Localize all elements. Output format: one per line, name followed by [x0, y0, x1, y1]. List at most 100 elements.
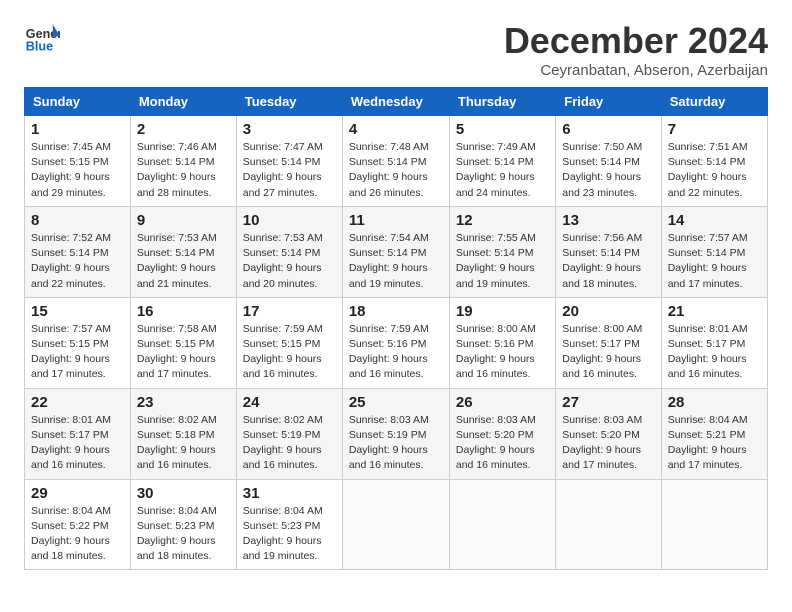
weekday-saturday: Saturday: [661, 88, 767, 116]
calendar-cell: 9 Sunrise: 7:53 AM Sunset: 5:14 PM Daylig…: [130, 206, 236, 297]
calendar-week-3: 15 Sunrise: 7:57 AM Sunset: 5:15 PM Dayli…: [25, 297, 768, 388]
day-number: 17: [243, 303, 336, 320]
calendar-cell: 27 Sunrise: 8:03 AM Sunset: 5:20 PM Dayli…: [556, 388, 661, 479]
title-area: December 2024 Ceyranbatan, Abseron, Azer…: [504, 20, 768, 79]
day-info: Sunrise: 7:52 AM Sunset: 5:14 PM Dayligh…: [31, 231, 124, 292]
day-info: Sunrise: 8:03 AM Sunset: 5:19 PM Dayligh…: [349, 413, 443, 474]
day-info: Sunrise: 8:03 AM Sunset: 5:20 PM Dayligh…: [456, 413, 549, 474]
day-number: 28: [668, 394, 761, 411]
day-number: 26: [456, 394, 549, 411]
day-number: 29: [31, 485, 124, 502]
day-number: 21: [668, 303, 761, 320]
weekday-friday: Friday: [556, 88, 661, 116]
calendar-cell: 1 Sunrise: 7:45 AM Sunset: 5:15 PM Daylig…: [25, 116, 131, 207]
calendar-cell: 11 Sunrise: 7:54 AM Sunset: 5:14 PM Dayli…: [342, 206, 449, 297]
calendar-cell: [661, 479, 767, 570]
weekday-wednesday: Wednesday: [342, 88, 449, 116]
day-number: 8: [31, 212, 124, 229]
calendar-cell: 10 Sunrise: 7:53 AM Sunset: 5:14 PM Dayli…: [236, 206, 342, 297]
day-info: Sunrise: 8:02 AM Sunset: 5:18 PM Dayligh…: [137, 413, 230, 474]
calendar-cell: 23 Sunrise: 8:02 AM Sunset: 5:18 PM Dayli…: [130, 388, 236, 479]
calendar-cell: 8 Sunrise: 7:52 AM Sunset: 5:14 PM Daylig…: [25, 206, 131, 297]
day-info: Sunrise: 7:56 AM Sunset: 5:14 PM Dayligh…: [562, 231, 654, 292]
day-info: Sunrise: 8:03 AM Sunset: 5:20 PM Dayligh…: [562, 413, 654, 474]
calendar-week-5: 29 Sunrise: 8:04 AM Sunset: 5:22 PM Dayli…: [25, 479, 768, 570]
day-info: Sunrise: 7:53 AM Sunset: 5:14 PM Dayligh…: [137, 231, 230, 292]
month-title: December 2024: [504, 20, 768, 62]
day-number: 13: [562, 212, 654, 229]
weekday-tuesday: Tuesday: [236, 88, 342, 116]
day-number: 10: [243, 212, 336, 229]
day-info: Sunrise: 7:47 AM Sunset: 5:14 PM Dayligh…: [243, 140, 336, 201]
calendar-cell: 30 Sunrise: 8:04 AM Sunset: 5:23 PM Dayli…: [130, 479, 236, 570]
day-info: Sunrise: 7:57 AM Sunset: 5:15 PM Dayligh…: [31, 322, 124, 383]
calendar-cell: [449, 479, 555, 570]
calendar-cell: 22 Sunrise: 8:01 AM Sunset: 5:17 PM Dayli…: [25, 388, 131, 479]
calendar-cell: 2 Sunrise: 7:46 AM Sunset: 5:14 PM Daylig…: [130, 116, 236, 207]
day-info: Sunrise: 8:04 AM Sunset: 5:21 PM Dayligh…: [668, 413, 761, 474]
day-number: 6: [562, 121, 654, 138]
calendar-cell: 3Sunrise: 7:47 AM Sunset: 5:14 PM Daylig…: [236, 116, 342, 207]
day-info: Sunrise: 8:00 AM Sunset: 5:17 PM Dayligh…: [562, 322, 654, 383]
day-info: Sunrise: 7:53 AM Sunset: 5:14 PM Dayligh…: [243, 231, 336, 292]
day-info: Sunrise: 8:04 AM Sunset: 5:23 PM Dayligh…: [137, 504, 230, 565]
day-number: 25: [349, 394, 443, 411]
day-info: Sunrise: 7:46 AM Sunset: 5:14 PM Dayligh…: [137, 140, 230, 201]
calendar-cell: 21Sunrise: 8:01 AM Sunset: 5:17 PM Dayli…: [661, 297, 767, 388]
calendar-cell: 17 Sunrise: 7:59 AM Sunset: 5:15 PM Dayli…: [236, 297, 342, 388]
page-header: General Blue December 2024 Ceyranbatan, …: [24, 20, 768, 79]
day-info: Sunrise: 8:01 AM Sunset: 5:17 PM Dayligh…: [31, 413, 124, 474]
day-number: 18: [349, 303, 443, 320]
calendar-cell: 29 Sunrise: 8:04 AM Sunset: 5:22 PM Dayli…: [25, 479, 131, 570]
calendar-cell: 4 Sunrise: 7:48 AM Sunset: 5:14 PM Daylig…: [342, 116, 449, 207]
day-number: 1: [31, 121, 124, 138]
day-info: Sunrise: 7:59 AM Sunset: 5:16 PM Dayligh…: [349, 322, 443, 383]
calendar-cell: 16 Sunrise: 7:58 AM Sunset: 5:15 PM Dayli…: [130, 297, 236, 388]
day-info: Sunrise: 7:50 AM Sunset: 5:14 PM Dayligh…: [562, 140, 654, 201]
day-info: Sunrise: 7:55 AM Sunset: 5:14 PM Dayligh…: [456, 231, 549, 292]
calendar-week-1: 1 Sunrise: 7:45 AM Sunset: 5:15 PM Daylig…: [25, 116, 768, 207]
day-info: Sunrise: 7:57 AM Sunset: 5:14 PM Dayligh…: [668, 231, 761, 292]
day-number: 31: [243, 485, 336, 502]
day-number: 2: [137, 121, 230, 138]
calendar-cell: [556, 479, 661, 570]
calendar-week-4: 22 Sunrise: 8:01 AM Sunset: 5:17 PM Dayli…: [25, 388, 768, 479]
weekday-monday: Monday: [130, 88, 236, 116]
calendar-cell: 7Sunrise: 7:51 AM Sunset: 5:14 PM Daylig…: [661, 116, 767, 207]
calendar-cell: 31Sunrise: 8:04 AM Sunset: 5:23 PM Dayli…: [236, 479, 342, 570]
day-number: 16: [137, 303, 230, 320]
day-info: Sunrise: 7:45 AM Sunset: 5:15 PM Dayligh…: [31, 140, 124, 201]
calendar-body: 1 Sunrise: 7:45 AM Sunset: 5:15 PM Daylig…: [25, 116, 768, 570]
day-number: 11: [349, 212, 443, 229]
day-info: Sunrise: 7:54 AM Sunset: 5:14 PM Dayligh…: [349, 231, 443, 292]
day-number: 24: [243, 394, 336, 411]
calendar-cell: 26 Sunrise: 8:03 AM Sunset: 5:20 PM Dayli…: [449, 388, 555, 479]
day-info: Sunrise: 8:00 AM Sunset: 5:16 PM Dayligh…: [456, 322, 549, 383]
day-number: 22: [31, 394, 124, 411]
calendar-cell: 25 Sunrise: 8:03 AM Sunset: 5:19 PM Dayli…: [342, 388, 449, 479]
day-number: 19: [456, 303, 549, 320]
day-info: Sunrise: 7:48 AM Sunset: 5:14 PM Dayligh…: [349, 140, 443, 201]
logo-icon: General Blue: [24, 20, 60, 56]
calendar-cell: 5Sunrise: 7:49 AM Sunset: 5:14 PM Daylig…: [449, 116, 555, 207]
calendar-cell: 19 Sunrise: 8:00 AM Sunset: 5:16 PM Dayli…: [449, 297, 555, 388]
day-info: Sunrise: 7:51 AM Sunset: 5:14 PM Dayligh…: [668, 140, 761, 201]
day-number: 30: [137, 485, 230, 502]
day-number: 9: [137, 212, 230, 229]
calendar-table: SundayMondayTuesdayWednesdayThursdayFrid…: [24, 87, 768, 570]
calendar-cell: 12 Sunrise: 7:55 AM Sunset: 5:14 PM Dayli…: [449, 206, 555, 297]
day-number: 12: [456, 212, 549, 229]
day-number: 27: [562, 394, 654, 411]
calendar-cell: 18 Sunrise: 7:59 AM Sunset: 5:16 PM Dayli…: [342, 297, 449, 388]
calendar-cell: 15 Sunrise: 7:57 AM Sunset: 5:15 PM Dayli…: [25, 297, 131, 388]
location: Ceyranbatan, Abseron, Azerbaijan: [504, 62, 768, 79]
day-number: 23: [137, 394, 230, 411]
calendar-cell: 14Sunrise: 7:57 AM Sunset: 5:14 PM Dayli…: [661, 206, 767, 297]
weekday-sunday: Sunday: [25, 88, 131, 116]
calendar-cell: [342, 479, 449, 570]
day-info: Sunrise: 7:58 AM Sunset: 5:15 PM Dayligh…: [137, 322, 230, 383]
day-info: Sunrise: 7:59 AM Sunset: 5:15 PM Dayligh…: [243, 322, 336, 383]
day-info: Sunrise: 8:04 AM Sunset: 5:22 PM Dayligh…: [31, 504, 124, 565]
day-number: 4: [349, 121, 443, 138]
day-number: 15: [31, 303, 124, 320]
